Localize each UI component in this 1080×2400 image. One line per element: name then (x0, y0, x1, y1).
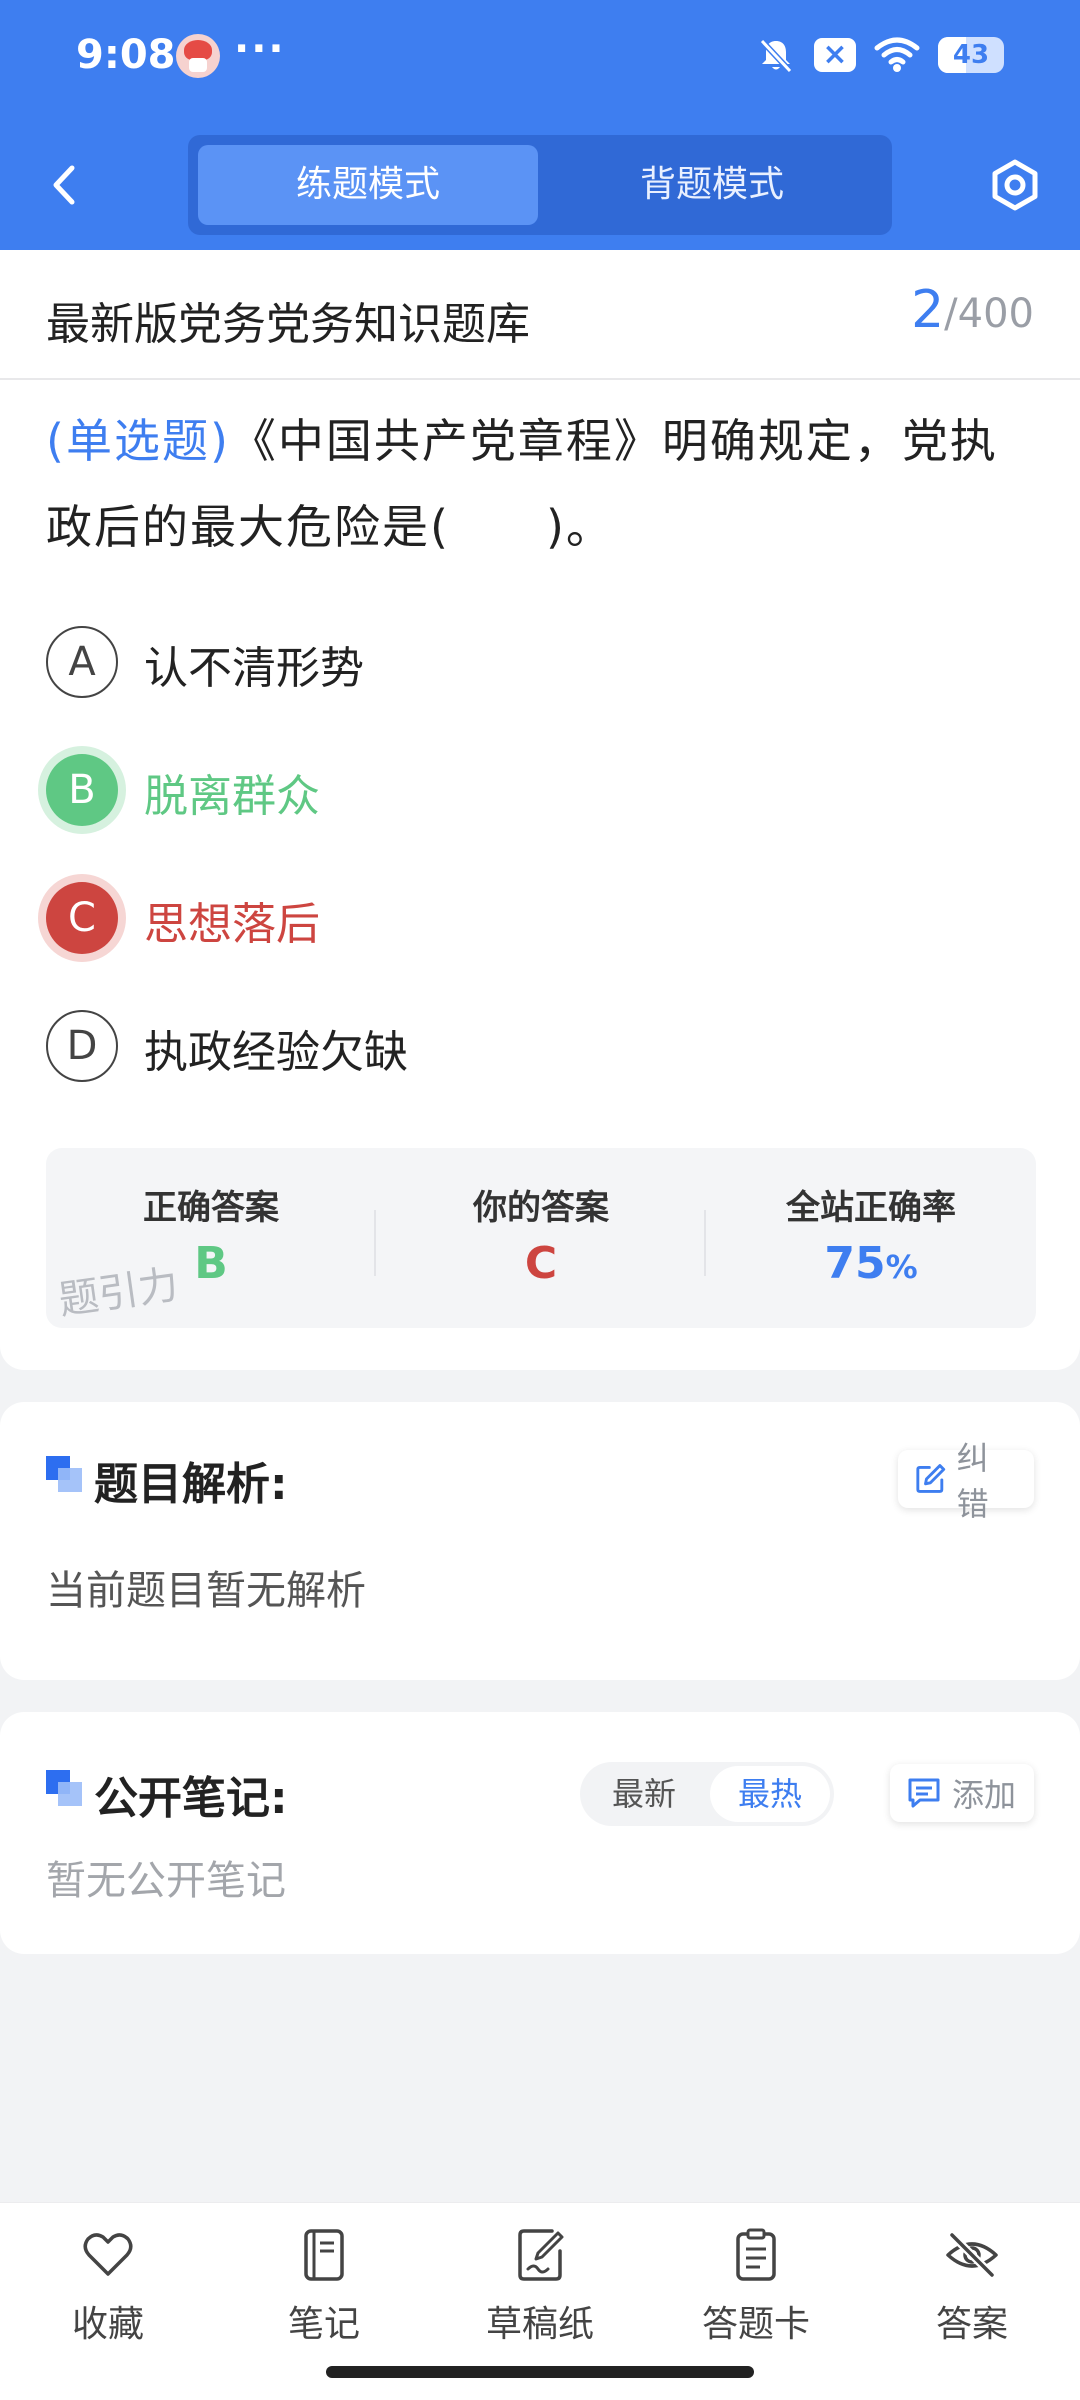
app-notification-icon (176, 34, 220, 78)
question-counter: 2/400 (911, 280, 1034, 340)
bank-title-row: 最新版党务党务知识题库 2/400 (0, 250, 1080, 380)
sort-latest[interactable]: 最新 (584, 1766, 704, 1822)
option-letter: A (46, 626, 118, 698)
tab-memorize-mode[interactable]: 背题模式 (542, 145, 882, 225)
x-badge-icon: × (814, 38, 856, 72)
question-type: (单选题) (46, 414, 230, 468)
accuracy-label: 全站正确率 (786, 1188, 956, 1228)
nav-label: 答案 (935, 2304, 1008, 2345)
nav-favorite[interactable]: 收藏 (18, 2227, 198, 2367)
more-notifications-icon: ··· (234, 26, 286, 72)
nav-draft-paper[interactable]: 草稿纸 (450, 2227, 630, 2367)
status-bar: 9:08 ··· × 43 (0, 0, 1080, 118)
notes-title: 公开笔记: (94, 1773, 288, 1824)
accuracy-column: 全站正确率 75% (706, 1148, 1036, 1328)
mute-bell-icon (759, 38, 793, 74)
your-answer-label: 你的答案 (473, 1188, 609, 1228)
question-text: (单选题)《中国共产党章程》明确规定，党执政后的最大危险是( )。 (46, 398, 1036, 570)
wifi-icon (874, 37, 920, 72)
notes-empty-text: 暂无公开笔记 (46, 1858, 286, 1904)
option-c[interactable]: C 思想落后 (46, 878, 1026, 958)
nav-notes[interactable]: 笔记 (234, 2227, 414, 2367)
notebook-icon (304, 2229, 344, 2281)
option-text: 执政经验欠缺 (144, 1027, 408, 1078)
answer-result-panel: 正确答案 B 你的答案 C 全站正确率 75% 题引力 (46, 1148, 1036, 1328)
correct-answer-label: 正确答案 (143, 1188, 279, 1228)
tab-practice-mode[interactable]: 练题模式 (198, 145, 538, 225)
nav-label: 草稿纸 (485, 2304, 594, 2345)
public-notes-card: 公开笔记: 最新 最热 添加 暂无公开笔记 (0, 1712, 1080, 1954)
add-note-label: 添加 (952, 1776, 1017, 1814)
option-d[interactable]: D 执政经验欠缺 (46, 1006, 1026, 1086)
question-card: 最新版党务党务知识题库 2/400 (单选题)《中国共产党章程》明确规定，党执政… (0, 250, 1080, 1370)
option-letter: B (46, 754, 118, 826)
option-text: 脱离群众 (144, 771, 320, 822)
nav-answer[interactable]: 答案 (882, 2227, 1062, 2367)
notes-sort-toggle: 最新 最热 (580, 1762, 834, 1826)
edit-icon (916, 1464, 946, 1493)
nav-label: 收藏 (71, 2304, 144, 2345)
back-arrow-icon[interactable] (40, 160, 90, 210)
nav-label: 答题卡 (701, 2304, 810, 2345)
heart-icon (83, 2233, 133, 2276)
app-header: 9:08 ··· × 43 练题模式 背题模式 (0, 0, 1080, 250)
total-questions: 400 (957, 291, 1034, 337)
home-indicator[interactable] (326, 2366, 754, 2378)
mode-switch: 练题模式 背题模式 (188, 135, 892, 235)
report-error-label: 纠错 (956, 1439, 989, 1523)
option-text: 认不清形势 (144, 643, 364, 694)
report-error-button[interactable]: 纠错 (898, 1439, 1034, 1523)
option-text: 思想落后 (144, 899, 320, 950)
battery-icon: 43 (938, 37, 1004, 73)
status-time: 9:08 (76, 32, 176, 78)
accuracy-unit: % (885, 1248, 918, 1286)
nav-label: 笔记 (287, 2304, 360, 2345)
accuracy-value: 75% (706, 1238, 1036, 1289)
settings-icon[interactable] (988, 158, 1042, 212)
section-icon (46, 1456, 84, 1494)
option-a[interactable]: A 认不清形势 (46, 622, 1026, 702)
analysis-card: 题目解析: 纠错 当前题目暂无解析 (0, 1402, 1080, 1680)
nav-answer-sheet[interactable]: 答题卡 (666, 2227, 846, 2367)
analysis-text: 当前题目暂无解析 (46, 1568, 366, 1614)
analysis-title: 题目解析: (94, 1459, 288, 1510)
current-question-number: 2 (911, 280, 945, 340)
status-icons: × 43 (756, 34, 1004, 76)
answer-sheet-icon (736, 2228, 776, 2281)
battery-level: 43 (952, 40, 990, 70)
add-note-button[interactable]: 添加 (890, 1764, 1034, 1822)
comment-icon (908, 1778, 940, 1808)
option-letter: C (46, 882, 118, 954)
draft-paper-icon (518, 2229, 564, 2281)
accuracy-number: 75 (824, 1238, 886, 1289)
your-answer-value: C (524, 1238, 558, 1289)
question-bank-title: 最新版党务党务知识题库 (46, 299, 530, 350)
your-answer-column: 你的答案 C (376, 1148, 706, 1328)
sort-hottest[interactable]: 最热 (710, 1766, 830, 1822)
option-b[interactable]: B 脱离群众 (46, 750, 1026, 830)
eye-off-icon (946, 2232, 998, 2278)
counter-separator: / (944, 291, 958, 337)
section-icon (46, 1770, 84, 1808)
option-letter: D (46, 1010, 118, 1082)
